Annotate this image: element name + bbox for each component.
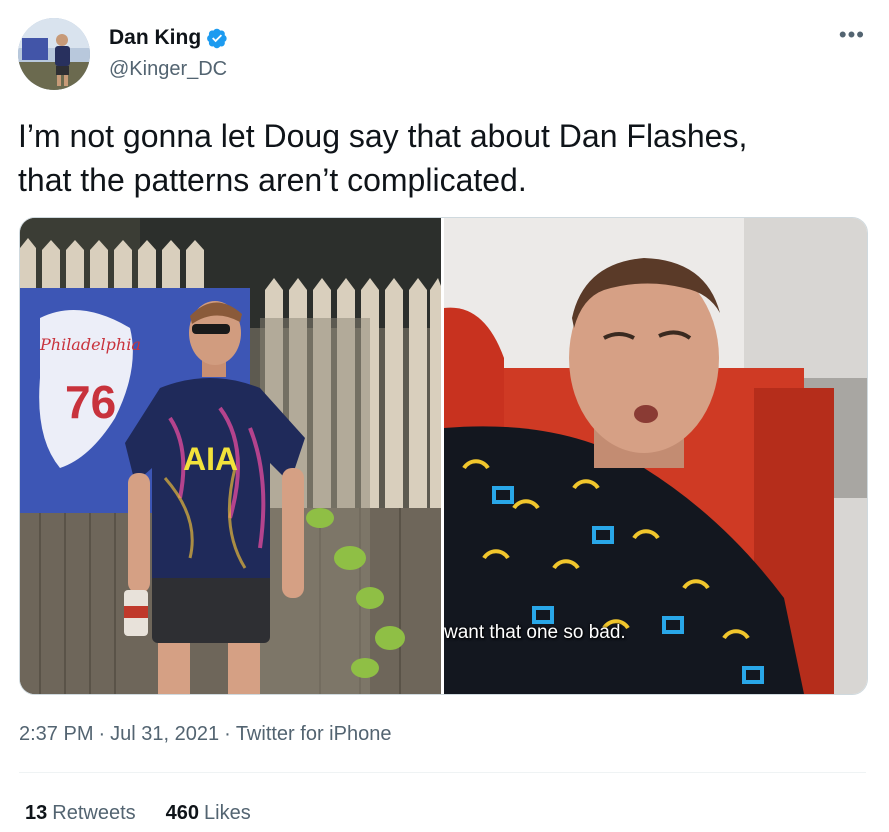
retweets-label: Retweets xyxy=(52,802,136,824)
tweet-source[interactable]: Twitter for iPhone xyxy=(236,723,392,745)
author-name[interactable]: Dan King xyxy=(109,26,201,50)
video-caption: want that one so bad. xyxy=(444,622,626,643)
flag-script-text: Philadelphia xyxy=(39,335,141,354)
avatar-image xyxy=(18,18,90,90)
avatar[interactable] xyxy=(18,18,90,90)
photo-right[interactable]: want that one so bad. xyxy=(444,218,867,694)
flag-number-text: 76 xyxy=(65,376,116,428)
shirt-sponsor-text: AIA xyxy=(183,441,238,477)
tweet-text-line-1: I’m not gonna let Doug say that about Da… xyxy=(18,118,748,154)
more-options-icon[interactable]: ••• xyxy=(839,22,865,48)
meta-separator: · xyxy=(98,723,106,745)
tweet-stats: 13 Retweets 460 Likes xyxy=(25,802,251,825)
tweet-text-line-2: that the patterns aren’t complicated. xyxy=(18,162,527,198)
likes-stat[interactable]: 460 Likes xyxy=(166,802,251,825)
tweet-time[interactable]: 2:37 PM xyxy=(19,723,93,745)
media-grid: Philadelphia 76 AIA want that one so bad… xyxy=(19,217,868,695)
divider-line xyxy=(19,772,866,773)
photo-left-image: Philadelphia 76 AIA xyxy=(20,218,441,694)
retweets-count: 13 xyxy=(25,802,48,824)
meta-separator: · xyxy=(224,723,231,745)
photo-left[interactable]: Philadelphia 76 AIA xyxy=(20,218,441,694)
likes-label: Likes xyxy=(204,802,251,824)
tweet-date[interactable]: Jul 31, 2021 xyxy=(110,723,219,745)
author-handle[interactable]: @Kinger_DC xyxy=(109,58,227,81)
tweet-text: I’m not gonna let Doug say that about Da… xyxy=(18,114,868,202)
verified-badge-icon xyxy=(206,27,228,49)
retweets-stat[interactable]: 13 Retweets xyxy=(25,802,136,825)
likes-count: 460 xyxy=(165,802,199,824)
tweet-meta: 2:37 PM · Jul 31, 2021 · Twitter for iPhone xyxy=(19,723,391,746)
